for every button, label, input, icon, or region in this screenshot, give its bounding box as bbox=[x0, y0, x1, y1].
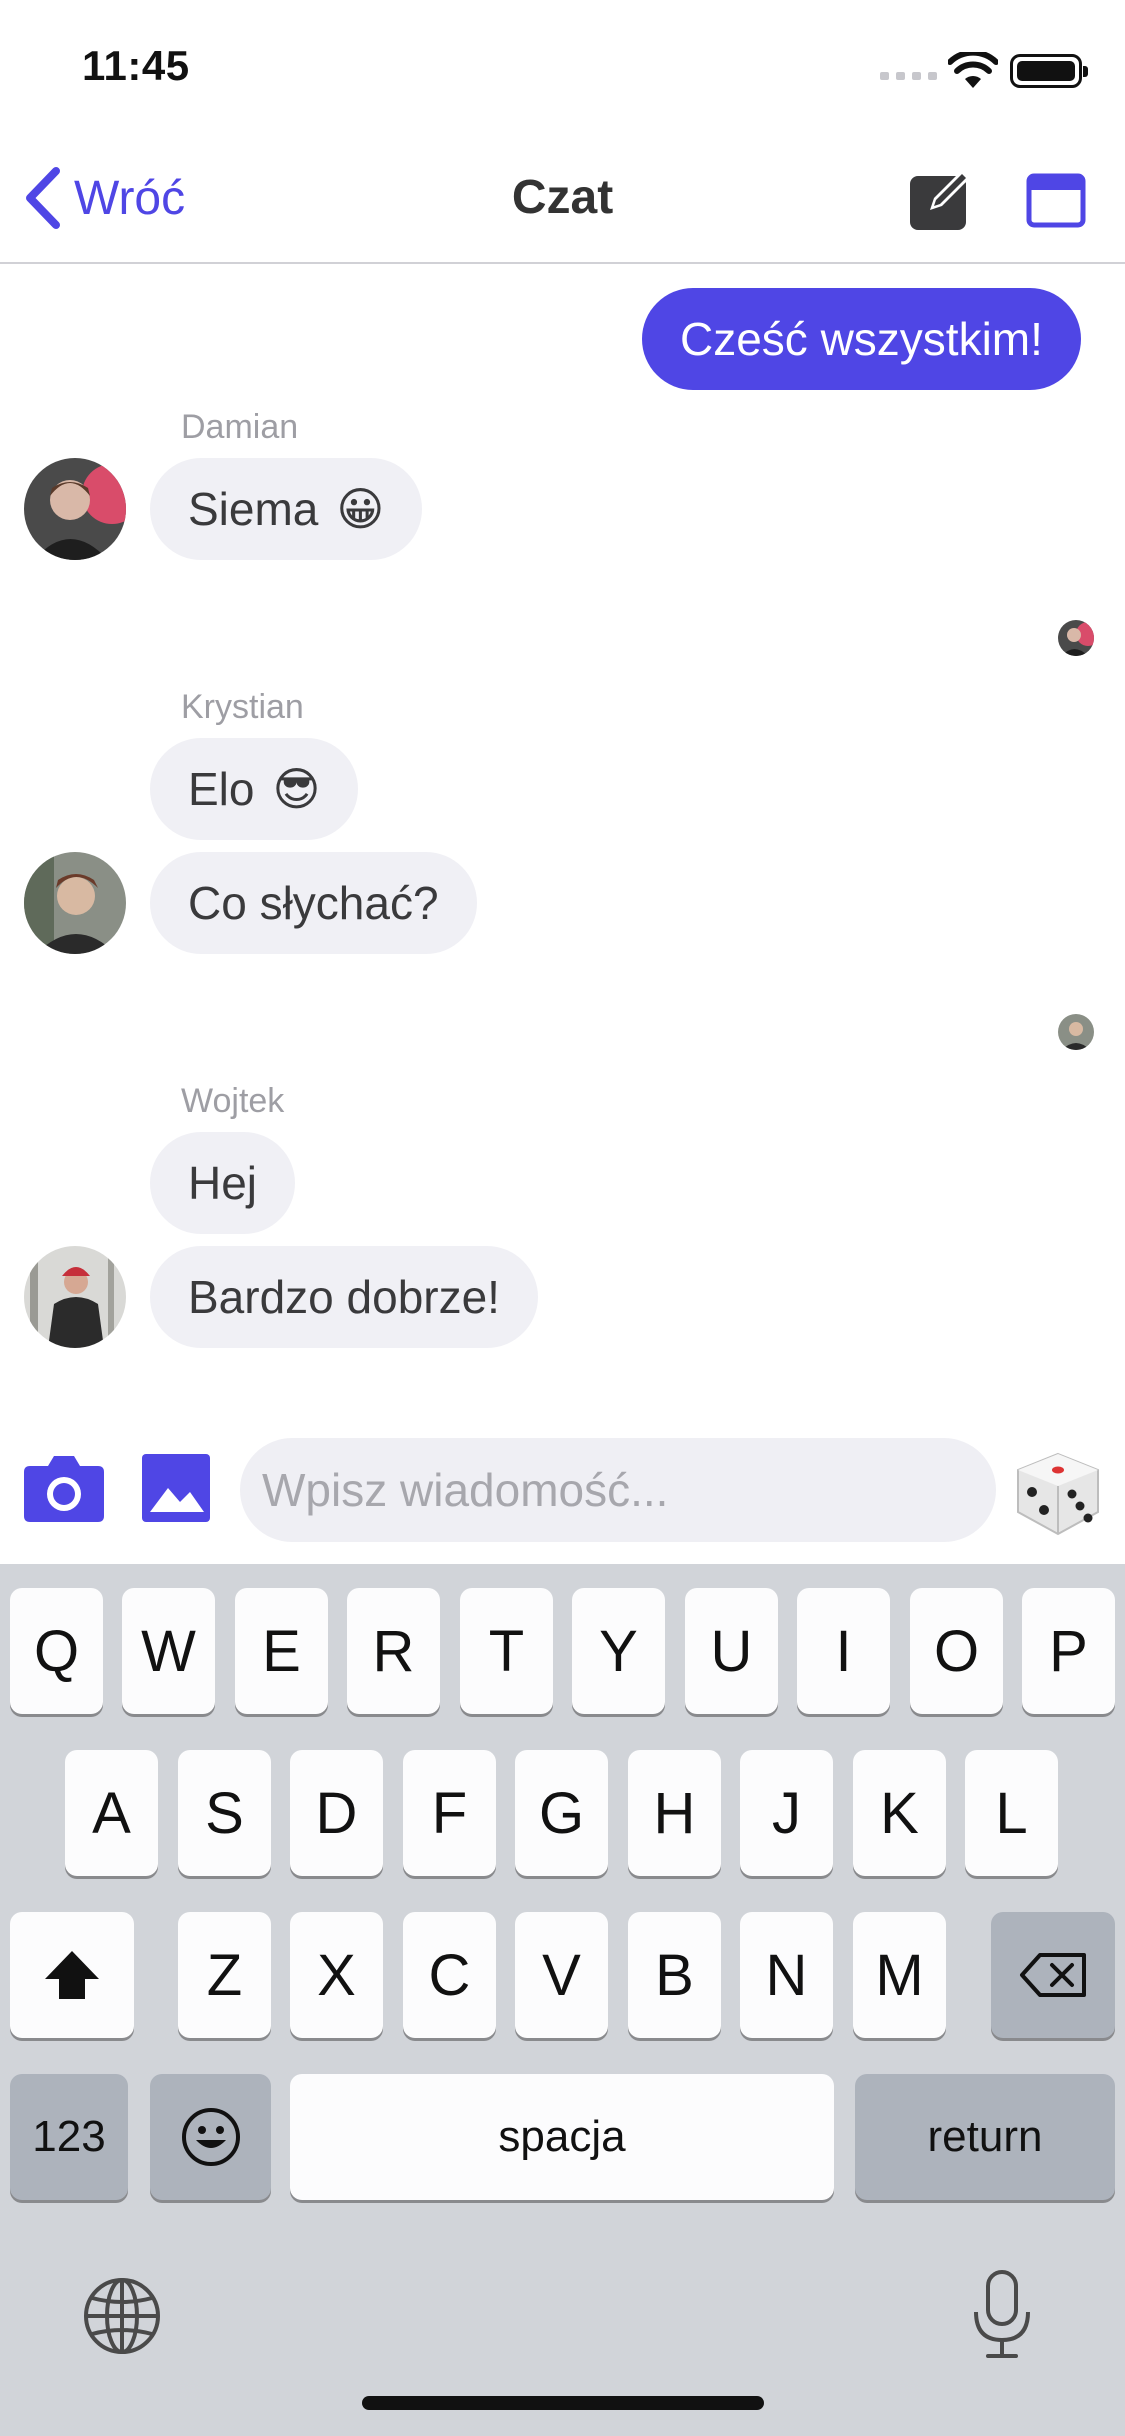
message-text: Elo bbox=[188, 763, 255, 815]
backspace-key[interactable] bbox=[991, 1912, 1115, 2038]
read-receipt-avatar bbox=[1058, 1014, 1094, 1050]
key-q[interactable]: Q bbox=[10, 1588, 103, 1714]
shift-icon bbox=[45, 1951, 99, 1999]
key-k[interactable]: K bbox=[853, 1750, 946, 1876]
read-receipt-avatar bbox=[1058, 620, 1094, 656]
key-s[interactable]: S bbox=[178, 1750, 271, 1876]
sender-name: Krystian bbox=[181, 688, 304, 726]
emoji: 😎 bbox=[272, 763, 321, 815]
microphone-icon[interactable] bbox=[970, 2268, 1034, 2362]
space-key[interactable]: spacja bbox=[290, 2074, 834, 2200]
key-x[interactable]: X bbox=[290, 1912, 383, 2038]
message-bubble[interactable]: Hej bbox=[150, 1132, 296, 1234]
key-v[interactable]: V bbox=[515, 1912, 608, 2038]
image-icon[interactable] bbox=[140, 1452, 212, 1524]
key-l[interactable]: L bbox=[965, 1750, 1058, 1876]
sender-name: Damian bbox=[181, 408, 299, 446]
key-c[interactable]: C bbox=[403, 1912, 496, 2038]
globe-icon[interactable] bbox=[82, 2276, 162, 2356]
emoji-icon bbox=[181, 2108, 240, 2166]
message-bubble[interactable]: Co słychać? bbox=[150, 852, 477, 954]
key-y[interactable]: Y bbox=[572, 1588, 665, 1714]
message-input[interactable]: Wpisz wiadomość... bbox=[240, 1438, 996, 1542]
sender-name: Wojtek bbox=[181, 1082, 285, 1120]
dice-icon[interactable] bbox=[1014, 1450, 1102, 1538]
avatar[interactable] bbox=[24, 458, 126, 560]
battery-icon bbox=[1010, 54, 1088, 88]
wifi-icon bbox=[947, 49, 999, 95]
key-b[interactable]: B bbox=[628, 1912, 721, 2038]
key-e[interactable]: E bbox=[235, 1588, 328, 1714]
backspace-icon bbox=[1020, 1953, 1086, 1997]
key-r[interactable]: R bbox=[347, 1588, 440, 1714]
key-t[interactable]: T bbox=[460, 1588, 553, 1714]
key-a[interactable]: A bbox=[65, 1750, 158, 1876]
key-f[interactable]: F bbox=[403, 1750, 496, 1876]
avatar[interactable] bbox=[24, 852, 126, 954]
key-m[interactable]: M bbox=[853, 1912, 946, 2038]
calendar-icon[interactable] bbox=[1026, 170, 1086, 228]
camera-icon[interactable] bbox=[22, 1452, 106, 1524]
key-j[interactable]: J bbox=[740, 1750, 833, 1876]
avatar[interactable] bbox=[24, 1246, 126, 1348]
return-key[interactable]: return bbox=[855, 2074, 1115, 2200]
key-w[interactable]: W bbox=[122, 1588, 215, 1714]
compose-icon[interactable] bbox=[908, 166, 974, 232]
message-bubble[interactable]: Siema 😀 bbox=[150, 458, 423, 560]
key-p[interactable]: P bbox=[1022, 1588, 1115, 1714]
key-h[interactable]: H bbox=[628, 1750, 721, 1876]
shift-key[interactable] bbox=[10, 1912, 134, 2038]
key-z[interactable]: Z bbox=[178, 1912, 271, 2038]
message-bubble[interactable]: Bardzo dobrze! bbox=[150, 1246, 538, 1348]
emoji-key[interactable] bbox=[150, 2074, 271, 2200]
numbers-key[interactable]: 123 bbox=[10, 2074, 128, 2200]
keyboard: Q W E R T Y U I O P A S D F G H J K L Z … bbox=[0, 1564, 1125, 2436]
key-o[interactable]: O bbox=[910, 1588, 1003, 1714]
message-text: Siema bbox=[188, 483, 319, 535]
key-g[interactable]: G bbox=[515, 1750, 608, 1876]
key-d[interactable]: D bbox=[290, 1750, 383, 1876]
key-u[interactable]: U bbox=[685, 1588, 778, 1714]
own-message-bubble[interactable]: Cześć wszystkim! bbox=[642, 288, 1081, 390]
key-i[interactable]: I bbox=[797, 1588, 890, 1714]
message-bubble[interactable]: Elo 😎 bbox=[150, 738, 359, 840]
status-time: 11:45 bbox=[82, 42, 190, 89]
key-n[interactable]: N bbox=[740, 1912, 833, 2038]
emoji: 😀 bbox=[336, 483, 385, 535]
cellular-signal-icon bbox=[880, 72, 937, 80]
home-indicator bbox=[362, 2396, 764, 2410]
